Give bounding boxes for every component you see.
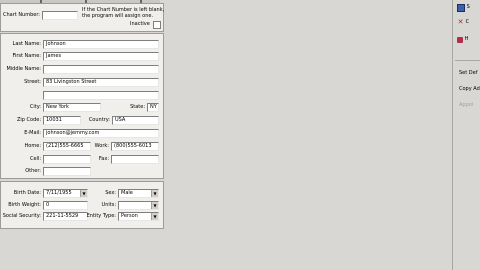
fax-label: Fax: xyxy=(98,156,109,162)
country-label: Country: xyxy=(88,117,110,123)
social-security-label: Social Security: xyxy=(2,213,41,219)
chevron-down-icon[interactable]: ▼ xyxy=(151,213,158,220)
last-name-field[interactable]: Johnson xyxy=(43,40,159,49)
last-name-label: Last Name: xyxy=(12,41,41,47)
entity-type-label: Entity Type: xyxy=(86,213,116,219)
work-phone-label: Work: xyxy=(94,143,109,149)
birth-date-value: 7/11/1955 xyxy=(46,190,72,196)
street-field[interactable]: 83 Livingston Street xyxy=(43,78,159,87)
inactive-label: Inactive xyxy=(130,21,150,27)
chevron-down-icon[interactable]: ▼ xyxy=(151,190,158,197)
middle-name-label: Middle Name: xyxy=(6,66,41,72)
first-name-label: First Name: xyxy=(12,53,41,59)
copy-address-button[interactable]: Copy Add xyxy=(457,85,480,94)
birth-date-field[interactable]: 7/11/1955 ▼ xyxy=(43,189,88,198)
zip-code-label: Zip Code: xyxy=(16,117,41,123)
country-field[interactable]: USA xyxy=(112,116,159,125)
help-button-label: H xyxy=(464,36,469,42)
help-icon xyxy=(457,36,463,43)
street-label: Street: xyxy=(24,79,41,85)
units-label: Units: xyxy=(101,202,116,208)
save-button-label: S xyxy=(466,4,470,10)
home-phone-field[interactable]: (212)555-6665 xyxy=(43,142,91,151)
help-button[interactable]: H xyxy=(455,35,480,46)
home-phone-label: Home: xyxy=(24,143,41,149)
street-line2-field[interactable] xyxy=(43,91,159,100)
toolbar-separator xyxy=(455,60,480,61)
birth-weight-label: Birth Weight: xyxy=(8,202,41,208)
birth-weight-field[interactable]: 0 xyxy=(43,201,88,210)
birth-date-label: Birth Date: xyxy=(13,190,41,196)
chevron-down-icon[interactable]: ▼ xyxy=(151,202,158,209)
sex-value: Male xyxy=(121,190,133,196)
fax-field[interactable] xyxy=(111,155,159,164)
social-security-field[interactable]: 221-11-5529 xyxy=(43,212,88,221)
appointments-button[interactable]: Appoi xyxy=(457,101,480,110)
toolbar-divider xyxy=(452,0,453,270)
chevron-down-icon[interactable]: ▼ xyxy=(80,190,87,197)
work-phone-field[interactable]: (800)555-6013 xyxy=(111,142,159,151)
city-label: City: xyxy=(29,104,41,110)
entity-type-value: Person xyxy=(121,213,138,219)
other-phone-label: Other: xyxy=(25,168,41,174)
other-phone-field[interactable] xyxy=(43,167,91,176)
email-label: E-Mail: xyxy=(24,130,41,136)
cancel-icon: ✕ xyxy=(457,18,464,26)
state-label: State: xyxy=(130,104,145,110)
city-field[interactable]: New York xyxy=(43,103,101,112)
set-default-button[interactable]: Set Def xyxy=(457,69,480,78)
first-name-field[interactable]: James xyxy=(43,52,159,61)
entity-type-select[interactable]: Person ▼ xyxy=(118,212,159,221)
chart-number-label: Chart Number: xyxy=(2,12,40,18)
units-select[interactable]: ▼ xyxy=(118,201,159,210)
cancel-button-label: C xyxy=(465,19,470,25)
middle-name-field[interactable] xyxy=(43,65,159,74)
cancel-button[interactable]: ✕ C xyxy=(455,18,480,29)
zip-code-field[interactable]: 10031 xyxy=(43,116,81,125)
chart-number-field[interactable] xyxy=(42,11,78,20)
cell-phone-label: Cell: xyxy=(29,156,41,162)
save-button[interactable]: S xyxy=(455,3,480,14)
inactive-checkbox[interactable] xyxy=(153,21,161,29)
save-icon xyxy=(457,3,465,12)
sex-label: Sex: xyxy=(105,190,116,196)
email-field[interactable]: johnson@jemmy.com xyxy=(43,129,159,138)
sex-select[interactable]: Male ▼ xyxy=(118,189,159,198)
cell-phone-field[interactable] xyxy=(43,155,91,164)
chart-number-note-line2: the program will assign one. xyxy=(82,13,154,19)
state-field[interactable]: NY xyxy=(147,103,159,112)
